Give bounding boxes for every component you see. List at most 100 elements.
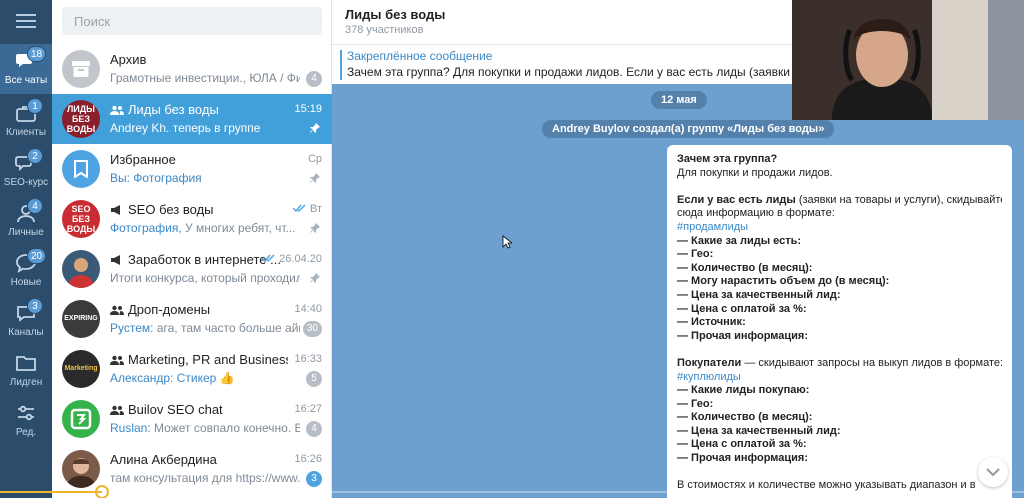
message-spacer	[677, 343, 1002, 357]
folder-personal[interactable]: 4 Личные	[0, 196, 52, 246]
message-bold: — Какие за лиды есть:	[677, 234, 802, 247]
chat-header-title: Лиды без воды	[345, 7, 446, 22]
chat-time: 16:26	[294, 453, 322, 465]
folder-label: Лидген	[9, 377, 43, 388]
message-text: — скидывают запросы на выкуп лидов в фор…	[741, 356, 1002, 369]
search-input[interactable]	[62, 7, 322, 35]
chat-avatar: ЛИДЫ БЕЗ ВОДЫ	[62, 100, 100, 138]
message-bubble[interactable]: Зачем эта группа? Для покупки и продажи …	[667, 145, 1012, 498]
chat-item-seo-bez-vody[interactable]: SEO БЕЗ ВОДЫ SEO без воды Вт Фотография,…	[52, 194, 332, 244]
message-bold: — Источник:	[677, 316, 746, 329]
folder-clients[interactable]: 1 Клиенты	[0, 96, 52, 146]
pinned-text: Зачем эта группа? Для покупки и продажи …	[347, 65, 792, 79]
folder-edit[interactable]: Ред.	[0, 396, 52, 446]
preview-sender: Александр:	[110, 371, 174, 385]
chat-time-text: 26.04.20	[279, 253, 322, 265]
pinned-accent	[340, 50, 342, 80]
unread-badge: 30	[302, 321, 322, 337]
unread-badge: 3	[306, 471, 322, 487]
message-bold: Если у вас есть лиды	[677, 193, 796, 206]
scroll-down-button[interactable]	[978, 457, 1008, 487]
message-line: сюда информацию в формате:	[677, 207, 835, 220]
chat-item-archive[interactable]: Архив Грамотные инвестиции., ЮЛА / Фиш..…	[52, 44, 332, 94]
unread-badge: 4	[306, 421, 322, 437]
message-line: — Источник:	[677, 316, 1002, 330]
message-line: Покупатели — скидывают запросы на выкуп …	[677, 357, 1002, 371]
message-bold: — Цена за качественный лид:	[677, 288, 841, 301]
unread-badge: 5	[306, 371, 322, 387]
chat-preview: там консультация для https://www.str...	[110, 471, 300, 485]
pin-icon	[310, 223, 320, 233]
double-check-icon	[261, 254, 275, 263]
chat-preview: Грамотные инвестиции., ЮЛА / Фиш...	[110, 71, 300, 85]
message-bold: — Могу нарастить объем до (в месяц):	[677, 275, 890, 288]
group-icon	[110, 405, 124, 415]
chat-title: Лиды без воды	[110, 102, 288, 117]
chat-item-favorites[interactable]: Избранное Ср Вы: Фотография	[52, 144, 332, 194]
hamburger-menu-icon[interactable]	[16, 14, 36, 28]
video-progress-bar[interactable]	[0, 485, 1024, 498]
chat-title-text: SEO без воды	[128, 202, 214, 217]
message-bold: Зачем эта группа?	[677, 153, 778, 165]
pin-icon	[310, 273, 320, 283]
message-line: — Прочая информация:	[677, 330, 1002, 344]
chat-preview: Andrey Kh. теперь в группе	[110, 121, 261, 135]
folder-new[interactable]: 20 Новые	[0, 246, 52, 296]
header-right-strip	[988, 0, 1024, 120]
chat-preview: Рустем: ага, там часто больше айпи...	[110, 321, 300, 335]
chat-title-text: Marketing, PR and Business Ad...	[128, 352, 288, 367]
folder-seo-course[interactable]: 2 SEO-курс	[0, 146, 52, 196]
chat-time: Вт	[292, 203, 322, 215]
hashtag-link[interactable]: #продамлиды	[677, 221, 1002, 235]
chat-title: Алина Акбердина	[110, 452, 217, 467]
folder-label: Клиенты	[5, 127, 47, 138]
message-bold: Покупатели	[677, 356, 742, 369]
sliders-icon	[18, 405, 34, 421]
message-line: — Могу нарастить объем до (в месяц):	[677, 275, 1002, 289]
chat-time: 26.04.20	[261, 253, 322, 265]
message-bold: — Количество (в месяц):	[677, 261, 813, 274]
folder-label: Каналы	[8, 327, 44, 338]
mouse-cursor-icon	[502, 235, 512, 249]
chat-time: Ср	[307, 153, 322, 165]
pinned-message-bar[interactable]: Закреплённое сообщение Зачем эта группа?…	[332, 44, 792, 84]
chat-item-lidy-bez-vody[interactable]: ЛИДЫ БЕЗ ВОДЫ Лиды без воды 15:19 Andrey…	[52, 94, 332, 144]
chat-header[interactable]: Лиды без воды 378 участников	[332, 0, 792, 44]
chat-item-zarabotok[interactable]: Заработок в интернете ... 26.04.20 Итоги…	[52, 244, 332, 294]
folder-label: SEO-курс	[3, 177, 49, 188]
message-bold: — Гео:	[677, 397, 714, 410]
folder-icon	[16, 356, 36, 371]
preview-text: У многих ребят, чт...	[181, 221, 296, 235]
message-line: Зачем эта группа?	[677, 153, 1002, 167]
chat-item-drop-domeny[interactable]: EXPIRING Дроп-домены 14:40 Рустем: ага, …	[52, 294, 332, 344]
message-bold: — Гео:	[677, 248, 714, 261]
progress-knob[interactable]	[95, 485, 110, 498]
folder-rail: 18 Все чаты 1 Клиенты 2 SEO-курс 4 Личны…	[0, 0, 52, 498]
chat-time: 15:19	[294, 103, 322, 115]
message-bold: — Цена с оплатой за %:	[677, 302, 807, 315]
message-bold: — Прочая информация:	[677, 452, 809, 465]
folder-badge: 20	[27, 248, 47, 264]
chat-header-subtitle: 378 участников	[345, 24, 424, 36]
chat-preview: Фотография, У многих ребят, чт...	[110, 221, 300, 235]
folder-label: Все чаты	[4, 75, 48, 86]
chevron-down-icon	[986, 467, 1000, 476]
chat-title: Избранное	[110, 152, 176, 167]
double-check-icon	[292, 204, 306, 213]
chat-avatar: EXPIRING	[62, 300, 100, 338]
chat-item-marketing-pr[interactable]: Marketing Marketing, PR and Business Ad.…	[52, 344, 332, 394]
megaphone-icon	[111, 255, 120, 265]
chat-item-builov-seo[interactable]: Builov SEO chat 16:27 Ruslan: Может совп…	[52, 394, 332, 444]
megaphone-icon	[111, 205, 120, 215]
chevron-right-icon[interactable]	[998, 262, 1016, 280]
service-message: Andrey Buylov создал(а) группу «Лиды без…	[542, 120, 835, 138]
message-line: — Гео:	[677, 248, 1002, 262]
folder-channels[interactable]: 3 Каналы	[0, 296, 52, 346]
folder-leadgen[interactable]: Лидген	[0, 346, 52, 396]
message-line: — Цена с оплатой за %:	[677, 303, 1002, 317]
group-icon	[110, 105, 124, 115]
hashtag-link[interactable]: #куплюлиды	[677, 371, 1002, 385]
message-line: — Цена за качественный лид:	[677, 289, 1002, 303]
chat-preview: Ruslan: Может совпало конечно. В ин...	[110, 421, 300, 435]
folder-all-chats[interactable]: 18 Все чаты	[0, 44, 52, 94]
